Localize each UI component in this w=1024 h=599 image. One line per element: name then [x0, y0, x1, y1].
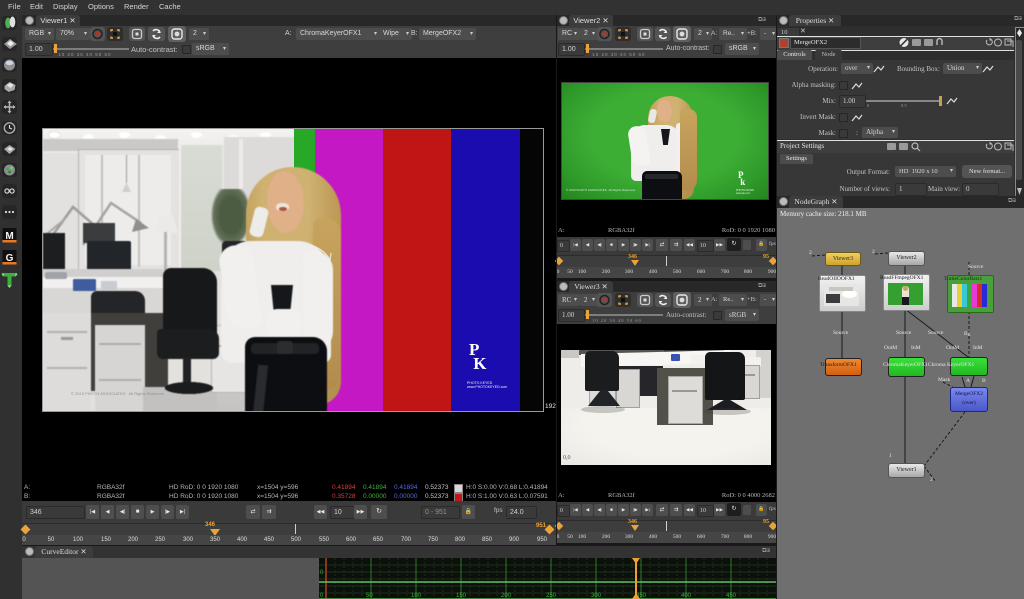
svg-text:100: 100	[411, 593, 422, 599]
svg-text:0: 0	[320, 570, 324, 576]
svg-text:200: 200	[501, 593, 512, 599]
svg-text:50: 50	[366, 593, 373, 599]
svg-text:150: 150	[456, 593, 467, 599]
svg-text:250: 250	[546, 593, 557, 599]
svg-text:400: 400	[681, 593, 692, 599]
svg-text:450: 450	[726, 593, 737, 599]
svg-text:300: 300	[591, 593, 602, 599]
